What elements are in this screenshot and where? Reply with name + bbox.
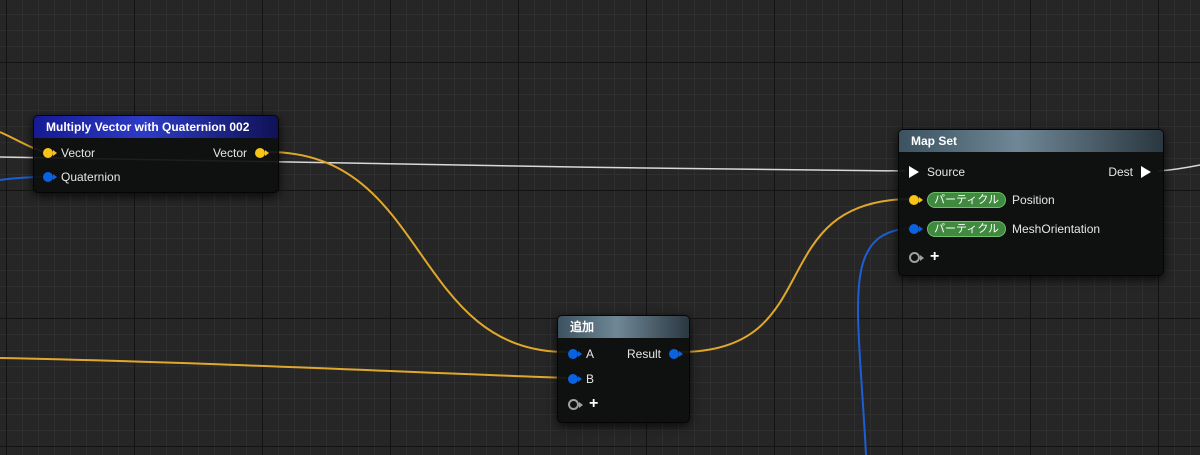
a-input-pin[interactable] bbox=[568, 349, 582, 359]
vector-output-pin[interactable] bbox=[255, 148, 269, 158]
position-pin-row[interactable]: パーティクル Position bbox=[909, 190, 1055, 210]
input-vector-pin-row[interactable]: Vector bbox=[43, 143, 95, 163]
namespace-badge: パーティクル bbox=[927, 221, 1007, 237]
map-set-node[interactable]: Map Set Source Dest パーティクル Position パーティ… bbox=[898, 129, 1164, 276]
input-quaternion-pin-row[interactable]: Quaternion bbox=[43, 167, 120, 187]
wire-vector-to-add-a bbox=[267, 151, 568, 353]
add-pin-button[interactable]: + bbox=[589, 396, 598, 412]
b-input-label: B bbox=[586, 372, 595, 386]
b-input-pin[interactable] bbox=[568, 374, 582, 384]
input-a-pin-row[interactable]: A bbox=[568, 344, 594, 364]
add-node[interactable]: 追加 A B + Result bbox=[557, 315, 690, 423]
namespace-badge: パーティクル bbox=[927, 192, 1007, 208]
position-input-pin[interactable] bbox=[909, 195, 923, 205]
source-exec-pin[interactable] bbox=[909, 166, 919, 178]
input-b-pin-row[interactable]: B bbox=[568, 369, 594, 389]
wire-left-to-add-b bbox=[0, 357, 568, 379]
meshorientation-input-pin[interactable] bbox=[909, 224, 923, 234]
node-title[interactable]: 追加 bbox=[558, 316, 689, 338]
multiply-vector-quaternion-node[interactable]: Multiply Vector with Quaternion 002 Vect… bbox=[33, 115, 279, 193]
output-vector-pin-row[interactable]: Vector bbox=[212, 143, 269, 163]
node-title[interactable]: Multiply Vector with Quaternion 002 bbox=[34, 116, 278, 138]
meshorientation-label: MeshOrientation bbox=[1012, 222, 1101, 236]
quaternion-input-pin[interactable] bbox=[43, 172, 57, 182]
dest-exec-pin[interactable] bbox=[1141, 166, 1151, 178]
position-label: Position bbox=[1012, 193, 1055, 207]
dest-pin-row[interactable]: Dest bbox=[1108, 162, 1151, 182]
wire-dest-out bbox=[1157, 164, 1200, 172]
a-input-label: A bbox=[586, 347, 595, 361]
result-output-label: Result bbox=[626, 347, 661, 361]
source-pin-row[interactable]: Source bbox=[909, 162, 965, 182]
wire-result-to-position bbox=[679, 198, 913, 353]
node-title[interactable]: Map Set bbox=[899, 130, 1163, 152]
quaternion-input-label: Quaternion bbox=[61, 170, 121, 184]
source-label: Source bbox=[927, 165, 966, 179]
dest-label: Dest bbox=[1108, 165, 1133, 179]
add-pin-row[interactable]: + bbox=[568, 394, 598, 414]
vector-input-pin[interactable] bbox=[43, 148, 57, 158]
add-pin-icon[interactable] bbox=[568, 398, 583, 410]
output-result-pin-row[interactable]: Result bbox=[626, 344, 683, 364]
add-pin-icon[interactable] bbox=[909, 251, 924, 263]
result-output-pin[interactable] bbox=[669, 349, 683, 359]
vector-input-label: Vector bbox=[61, 146, 96, 160]
vector-output-label: Vector bbox=[212, 146, 247, 160]
add-pin-button[interactable]: + bbox=[930, 249, 939, 265]
add-pin-row[interactable]: + bbox=[909, 247, 939, 267]
meshorientation-pin-row[interactable]: パーティクル MeshOrientation bbox=[909, 219, 1100, 239]
